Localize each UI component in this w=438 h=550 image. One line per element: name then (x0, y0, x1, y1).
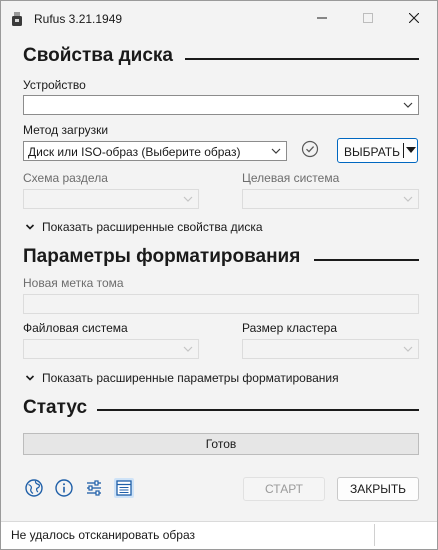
format-options-heading: Параметры форматирования (23, 246, 301, 267)
advanced-drive-toggle-label: Показать расширенные свойства диска (42, 220, 263, 234)
advanced-format-toggle-label: Показать расширенные параметры форматиро… (42, 371, 339, 385)
minimize-button[interactable] (299, 1, 345, 35)
close-button[interactable]: ЗАКРЫТЬ (337, 477, 419, 501)
partition-scheme-dropdown[interactable] (23, 189, 199, 209)
file-system-dropdown[interactable] (23, 339, 199, 359)
device-dropdown[interactable] (23, 95, 419, 115)
rufus-window: Rufus 3.21.1949 Свойства диска Устройств… (0, 0, 438, 550)
partition-scheme-label: Схема раздела (23, 171, 108, 185)
drive-properties-heading: Свойства диска (23, 45, 173, 66)
boot-selection-label: Метод загрузки (23, 123, 109, 137)
close-icon (409, 13, 419, 23)
window-title: Rufus 3.21.1949 (34, 12, 123, 26)
progress-text: Готов (205, 437, 237, 451)
usb-drive-icon (12, 12, 22, 26)
target-system-dropdown[interactable] (242, 189, 419, 209)
chevron-down-icon (403, 196, 413, 202)
advanced-format-toggle[interactable]: Показать расширенные параметры форматиро… (25, 371, 339, 385)
device-label: Устройство (23, 78, 86, 92)
progress-bar: Готов (23, 433, 419, 455)
chevron-down-icon (183, 346, 193, 352)
dropdown-arrow-icon[interactable] (406, 147, 416, 154)
log-icon[interactable] (114, 478, 134, 498)
maximize-button[interactable] (345, 1, 391, 35)
status-divider (374, 524, 375, 546)
info-icon[interactable] (54, 478, 74, 498)
advanced-drive-toggle[interactable]: Показать расширенные свойства диска (25, 220, 263, 234)
boot-selection-dropdown[interactable]: Диск или ISO-образ (Выберите образ) (23, 141, 287, 161)
check-hash-icon[interactable] (301, 140, 319, 158)
file-system-label: Файловая система (23, 321, 128, 335)
minimize-icon (317, 17, 327, 19)
chevron-down-icon (183, 196, 193, 202)
close-window-button[interactable] (391, 1, 437, 35)
volume-label-input[interactable] (23, 294, 419, 314)
chevron-down-icon (403, 346, 413, 352)
status-heading: Статус (23, 397, 88, 418)
target-system-label: Целевая система (242, 171, 340, 185)
split-separator (403, 143, 404, 158)
settings-sliders-icon[interactable] (84, 478, 104, 498)
select-button-label: ВЫБРАТЬ (344, 145, 400, 159)
title-bar: Rufus 3.21.1949 (1, 1, 437, 35)
maximize-icon (363, 13, 373, 23)
cluster-size-dropdown[interactable] (242, 339, 419, 359)
chevron-down-icon (403, 102, 413, 108)
chevron-down-icon (25, 375, 35, 381)
select-image-button[interactable]: ВЫБРАТЬ (337, 138, 418, 163)
chevron-down-icon (271, 148, 281, 154)
volume-label-label: Новая метка тома (23, 276, 124, 290)
boot-selection-value: Диск или ISO-образ (Выберите образ) (28, 145, 241, 159)
cluster-size-label: Размер кластера (242, 321, 338, 335)
status-message: Не удалось отсканировать образ (11, 528, 195, 542)
section-divider (314, 259, 419, 261)
start-button[interactable]: СТАРТ (243, 477, 325, 501)
section-divider (185, 58, 419, 60)
status-bar: Не удалось отсканировать образ (1, 521, 437, 549)
chevron-down-icon (25, 224, 35, 230)
globe-icon[interactable] (24, 478, 44, 498)
section-divider (97, 409, 419, 411)
